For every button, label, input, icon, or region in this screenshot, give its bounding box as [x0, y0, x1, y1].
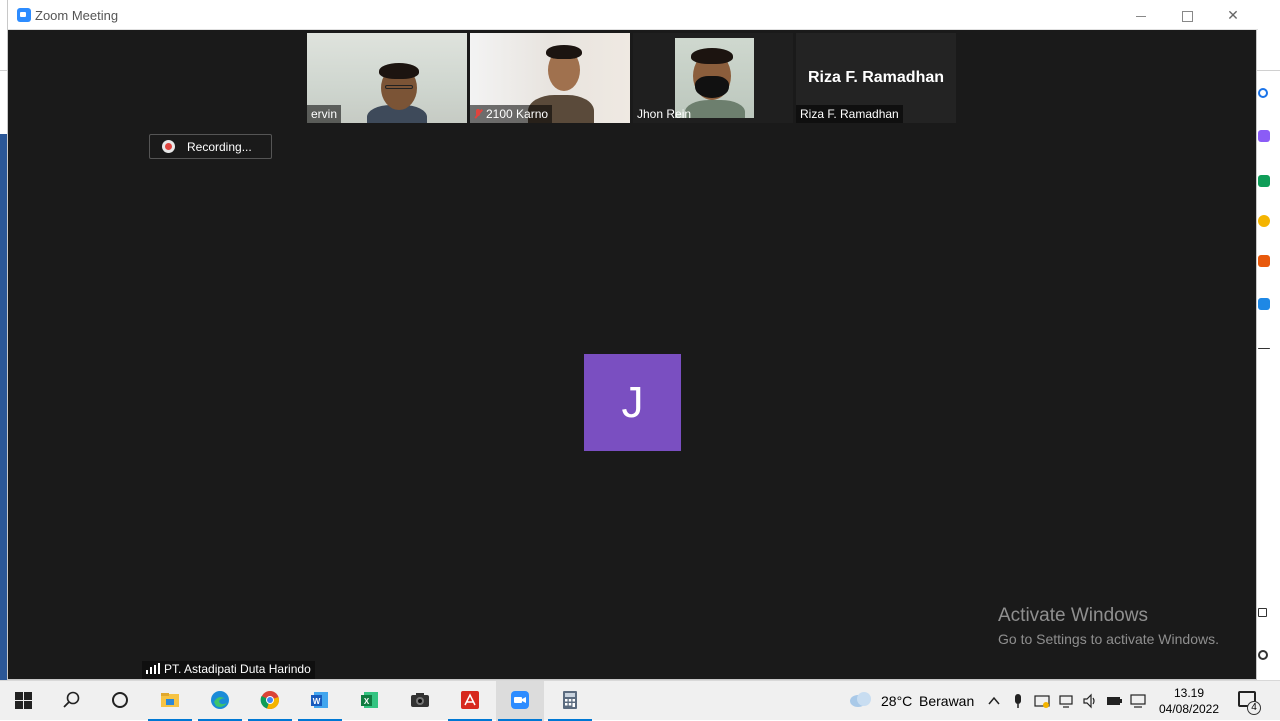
activate-windows-watermark: Activate Windows Go to Settings to activ… [998, 605, 1219, 647]
title-bar: Zoom Meeting ✕ [8, 0, 1258, 30]
weather-condition[interactable]: Berawan [919, 693, 974, 709]
acrobat-icon [461, 691, 479, 709]
acrobat-button[interactable] [446, 681, 494, 721]
participant-tile[interactable]: Riza F. Ramadhan Riza F. Ramadhan [796, 33, 956, 123]
cloud-icon[interactable] [848, 689, 874, 709]
recording-label: Recording... [187, 140, 252, 154]
zoom-app-icon [17, 8, 31, 22]
search-icon[interactable] [1258, 88, 1268, 98]
participant-tile[interactable]: ervin [307, 33, 467, 123]
word-icon: W [311, 692, 328, 708]
participant-tile[interactable]: 2100 Karno [470, 33, 630, 123]
close-button[interactable]: ✕ [1210, 0, 1256, 30]
windows-icon [15, 692, 32, 709]
participant-name: 2100 Karno [470, 105, 553, 123]
participant-video [385, 85, 413, 89]
participant-video [691, 48, 733, 64]
search-button[interactable] [48, 681, 96, 721]
settings-icon[interactable] [1258, 650, 1268, 660]
active-speaker-avatar: J [584, 354, 681, 451]
speaker-icon[interactable] [1082, 693, 1098, 709]
display-icon[interactable] [1058, 693, 1074, 709]
participant-tile[interactable]: Jhon Rein [633, 33, 793, 123]
excel-icon: X [361, 692, 378, 708]
outlook-icon[interactable] [1258, 298, 1270, 310]
battery-icon[interactable] [1106, 693, 1122, 709]
camera-icon [411, 693, 429, 707]
chevron-up-icon[interactable] [986, 693, 1002, 709]
participant-name: ervin [307, 105, 342, 123]
close-icon: ✕ [1227, 7, 1239, 23]
sidebar-divider [1258, 348, 1270, 349]
maximize-button[interactable] [1164, 0, 1210, 30]
mic-muted-icon [474, 109, 482, 119]
participant-video [546, 45, 582, 59]
minimize-icon [1136, 15, 1146, 17]
zoom-button[interactable] [496, 681, 544, 721]
notification-count: 4 [1247, 701, 1261, 715]
folder-icon [161, 693, 179, 707]
weather-temp[interactable]: 28°C [881, 693, 912, 709]
security-icon[interactable] [1034, 693, 1050, 709]
clock[interactable]: 13.19 04/08/2022 [1150, 685, 1228, 717]
participant-name: Riza F. Ramadhan [796, 105, 903, 123]
participant-name-text: 2100 Karno [486, 107, 549, 121]
network-icon[interactable] [1130, 693, 1146, 709]
zoom-icon [511, 691, 529, 709]
cortana-icon [112, 692, 128, 708]
background-window-right [1256, 0, 1280, 680]
shopping-icon[interactable] [1258, 175, 1270, 187]
background-divider [1256, 70, 1280, 71]
participant-display-name: Riza F. Ramadhan [807, 69, 945, 86]
office-icon[interactable] [1258, 255, 1270, 267]
zoom-meeting-window: Zoom Meeting ✕ ervin 2100 Karno Jhon Rei… [7, 0, 1258, 680]
window-title: Zoom Meeting [35, 8, 119, 23]
clock-date: 04/08/2022 [1158, 702, 1220, 716]
minimize-button[interactable] [1118, 0, 1164, 30]
svg-text:X: X [364, 697, 370, 706]
camera-button[interactable] [396, 681, 444, 721]
face-mask [695, 76, 729, 98]
sidebar-toggle-icon[interactable] [1258, 608, 1267, 617]
clock-time: 13.19 [1173, 686, 1205, 700]
participant-name: Jhon Rein [637, 107, 692, 121]
calculator-icon [563, 691, 577, 709]
chrome-icon [260, 691, 280, 710]
network-status[interactable]: PT. Astadipati Duta Harindo [142, 661, 315, 679]
task-view-button[interactable] [96, 681, 144, 721]
watermark-title: Activate Windows [998, 605, 1148, 626]
watermark-subtitle: Go to Settings to activate Windows. [998, 631, 1219, 647]
participant-video [379, 63, 419, 79]
record-icon [162, 140, 175, 153]
file-explorer-button[interactable] [146, 681, 194, 721]
signal-icon [146, 663, 160, 674]
recording-indicator[interactable]: Recording... [149, 134, 272, 159]
word-button[interactable]: W [296, 681, 344, 721]
search-icon [63, 691, 80, 708]
excel-button[interactable]: X [346, 681, 394, 721]
microphone-icon[interactable] [1010, 693, 1026, 709]
calculator-button[interactable] [546, 681, 594, 721]
maximize-icon [1181, 10, 1193, 22]
games-icon[interactable] [1258, 215, 1270, 227]
edge-button[interactable] [196, 681, 244, 721]
svg-text:W: W [313, 697, 321, 706]
start-button[interactable] [0, 681, 48, 721]
taskbar: W X 28°C Berawan 13.19 04/08/2022 4 [0, 680, 1280, 721]
network-label: PT. Astadipati Duta Harindo [164, 662, 311, 676]
edge-icon [211, 691, 229, 709]
copilot-icon[interactable] [1258, 130, 1270, 142]
chrome-button[interactable] [246, 681, 294, 721]
